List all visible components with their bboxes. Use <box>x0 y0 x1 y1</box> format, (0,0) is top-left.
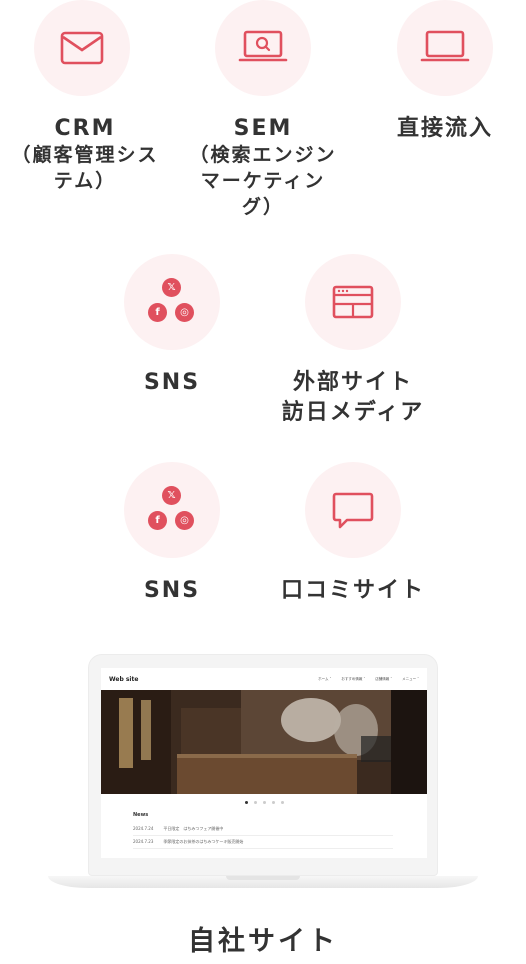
facebook-icon: f <box>148 511 167 530</box>
laptop-search-icon <box>238 30 288 62</box>
slider-dot[interactable] <box>280 801 284 804</box>
sns-label-1: SNS <box>143 370 201 395</box>
news-title: News <box>133 812 149 818</box>
sns-icons: 𝕏 f ◎ <box>142 480 202 540</box>
news-date: 2024.7.23 <box>133 839 154 844</box>
sem-label: SEM （検索エンジン マーケティン グ） <box>189 116 337 218</box>
sns-label-2: SNS <box>143 578 201 603</box>
site-header: Web site ホーム ˅ おすすめ情報 ˅ 店舗情報 ˅ メニュー ˅ <box>101 668 427 690</box>
x-icon: 𝕏 <box>162 486 181 505</box>
nav-item-store[interactable]: 店舗情報 ˅ <box>375 677 392 682</box>
sns-icons: 𝕏 f ◎ <box>142 272 202 332</box>
slider-dot[interactable] <box>262 801 266 804</box>
external-media-icon-circle <box>305 254 401 350</box>
instagram-icon: ◎ <box>175 511 194 530</box>
slider-dots <box>101 801 427 804</box>
own-site-label: 自社サイト <box>188 926 338 957</box>
news-section: News 2024.7.24 平日限定 はちみつフェア開催中 2024.7.23… <box>133 812 393 849</box>
speech-bubble-icon <box>332 492 374 529</box>
cafe-interior-image <box>101 690 427 794</box>
slider-dot[interactable] <box>271 801 275 804</box>
crm-icon-circle <box>34 0 130 96</box>
direct-icon-circle <box>397 0 493 96</box>
laptop-lid: Web site ホーム ˅ おすすめ情報 ˅ 店舗情報 ˅ メニュー ˅ Ne… <box>88 654 438 876</box>
news-date: 2024.7.24 <box>133 826 154 831</box>
instagram-icon: ◎ <box>175 303 194 322</box>
news-text: 季節限定のお抹茶のはちみつケーキ販売開始 <box>163 839 244 844</box>
news-text: 平日限定 はちみつフェア開催中 <box>163 826 224 831</box>
sns-icon-circle-1: 𝕏 f ◎ <box>124 254 220 350</box>
news-item[interactable]: 2024.7.23 季節限定のお抹茶のはちみつケーキ販売開始 <box>133 836 393 849</box>
x-icon: 𝕏 <box>162 278 181 297</box>
direct-label: 直接流入 <box>396 116 493 141</box>
news-item[interactable]: 2024.7.24 平日限定 はちみつフェア開催中 <box>133 823 393 836</box>
crm-label: CRM （顧客管理シス テム） <box>11 116 159 192</box>
external-media-label: 外部サイト 訪日メディア <box>281 370 425 425</box>
review-site-icon-circle <box>305 462 401 558</box>
facebook-icon: f <box>148 303 167 322</box>
nav-item-recommend[interactable]: おすすめ情報 ˅ <box>341 677 365 682</box>
review-site-label: 口コミサイト <box>280 578 425 603</box>
laptop-icon <box>420 30 470 62</box>
slider-dot[interactable] <box>253 801 257 804</box>
laptop-notch <box>226 876 300 880</box>
site-logo[interactable]: Web site <box>109 676 138 683</box>
site-nav: ホーム ˅ おすすめ情報 ˅ 店舗情報 ˅ メニュー ˅ <box>318 677 419 682</box>
slider-dot[interactable] <box>244 801 248 804</box>
nav-item-menu[interactable]: メニュー ˅ <box>402 677 419 682</box>
browser-window-icon <box>332 285 374 319</box>
website-preview: Web site ホーム ˅ おすすめ情報 ˅ 店舗情報 ˅ メニュー ˅ Ne… <box>101 668 427 858</box>
sns-icon-circle-2: 𝕏 f ◎ <box>124 462 220 558</box>
envelope-icon <box>60 31 104 65</box>
nav-item-home[interactable]: ホーム ˅ <box>318 677 331 682</box>
sem-icon-circle <box>215 0 311 96</box>
hero-image <box>101 690 427 794</box>
own-site-laptop: Web site ホーム ˅ おすすめ情報 ˅ 店舗情報 ˅ メニュー ˅ Ne… <box>48 654 478 890</box>
